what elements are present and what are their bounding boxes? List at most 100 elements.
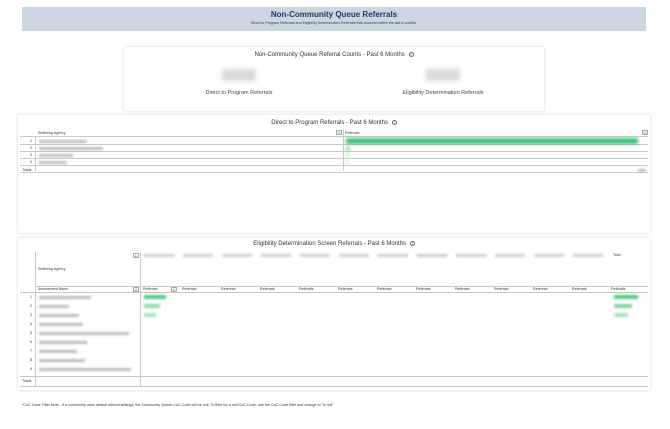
eligibility-table-card: Eligibility Determination Screen Referra… bbox=[18, 238, 650, 390]
ed-col-referrals[interactable]: Referrals bbox=[221, 287, 236, 291]
row-number: 5 bbox=[30, 331, 32, 335]
heat-cell[interactable] bbox=[144, 313, 156, 317]
heat-cell[interactable] bbox=[614, 304, 632, 308]
divider bbox=[20, 386, 648, 387]
row-number: 7 bbox=[30, 349, 32, 353]
ed-col-assessment[interactable]: Assessment Name bbox=[38, 287, 68, 291]
direct-program-count: Direct to Program Referrals bbox=[164, 69, 314, 96]
referral-counts-card: Non-Community Queue Referral Counts - Pa… bbox=[124, 47, 544, 111]
dp-totals-value bbox=[638, 169, 646, 172]
row-number: 2 bbox=[30, 304, 32, 308]
ed-table-title: Eligibility Determination Screen Referra… bbox=[18, 241, 650, 247]
table-cell bbox=[39, 350, 77, 353]
eligibility-count-value bbox=[426, 69, 460, 81]
table-cell bbox=[39, 332, 129, 335]
ed-col-referrals[interactable]: Referrals bbox=[143, 287, 158, 291]
divider bbox=[35, 252, 36, 386]
ed-totals-label: Totals bbox=[22, 379, 32, 383]
ed-col-referrals[interactable]: Referrals bbox=[377, 287, 392, 291]
eligibility-count: Eligibility Determination Referrals bbox=[368, 69, 518, 96]
row-number: 2 bbox=[30, 146, 32, 150]
ed-col-referrals[interactable]: Referrals bbox=[416, 287, 431, 291]
row-number: 4 bbox=[30, 322, 32, 326]
dp-col-referrals[interactable]: Referrals bbox=[345, 131, 360, 135]
ed-col-agency[interactable]: Referring Agency bbox=[38, 267, 66, 271]
referral-bar[interactable] bbox=[346, 138, 638, 144]
coc-code-footnote: *CoC Code Filter Note - If a community u… bbox=[22, 403, 334, 407]
sort-icon[interactable]: ▾ bbox=[336, 130, 342, 135]
agency-header bbox=[456, 254, 486, 257]
referral-bar[interactable] bbox=[346, 160, 348, 166]
table-cell bbox=[39, 314, 79, 317]
ed-col-referrals[interactable]: Referrals bbox=[260, 287, 275, 291]
page-header: Non-Community Queue Referrals Direct to … bbox=[22, 7, 646, 31]
ed-col-referrals[interactable]: Referrals bbox=[494, 287, 509, 291]
table-cell bbox=[39, 161, 67, 164]
counts-card-title-text: Non-Community Queue Referral Counts - Pa… bbox=[254, 52, 405, 59]
info-icon[interactable]: i bbox=[408, 52, 414, 57]
sort-icon[interactable]: ▸ bbox=[133, 253, 139, 258]
sort-icon[interactable]: ▾ bbox=[642, 130, 648, 135]
row-number: 1 bbox=[30, 295, 32, 299]
agency-header bbox=[222, 254, 252, 257]
table-cell bbox=[39, 341, 87, 344]
divider bbox=[20, 136, 648, 137]
direct-program-count-label: Direct to Program Referrals bbox=[205, 90, 273, 96]
table-cell bbox=[39, 296, 91, 299]
ed-col-referrals[interactable]: Referrals bbox=[182, 287, 197, 291]
agency-header bbox=[183, 254, 213, 257]
ed-col-referrals[interactable]: Referrals bbox=[611, 287, 626, 291]
row-number: 4 bbox=[30, 160, 32, 164]
table-cell bbox=[39, 359, 85, 362]
page-subtitle: Direct to Program Referrals and Eligibil… bbox=[250, 21, 418, 25]
page-title: Non-Community Queue Referrals bbox=[270, 10, 398, 19]
heat-cell[interactable] bbox=[614, 295, 638, 299]
heat-cell[interactable] bbox=[614, 313, 628, 317]
ed-table-title-text: Eligibility Determination Screen Referra… bbox=[253, 241, 407, 248]
row-number: 1 bbox=[30, 139, 32, 143]
table-cell bbox=[39, 305, 69, 308]
info-icon[interactable]: i bbox=[409, 241, 415, 246]
ed-col-referrals[interactable]: Referrals bbox=[533, 287, 548, 291]
direct-program-table-card: Direct to Program Referrals - Past 6 Mon… bbox=[18, 115, 650, 233]
table-cell bbox=[39, 147, 103, 150]
ed-col-referrals[interactable]: Referrals bbox=[455, 287, 470, 291]
agency-header bbox=[144, 254, 174, 257]
dp-col-agency[interactable]: Referring Agency bbox=[38, 131, 66, 135]
dp-table-title-text: Direct to Program Referrals - Past 6 Mon… bbox=[271, 120, 389, 127]
table-cell bbox=[39, 323, 83, 326]
direct-program-count-value bbox=[222, 69, 256, 81]
agency-header bbox=[300, 254, 330, 257]
row-number: 3 bbox=[30, 153, 32, 157]
ed-col-referrals[interactable]: Referrals bbox=[572, 287, 587, 291]
row-divider bbox=[20, 158, 648, 159]
ed-col-total[interactable]: Total bbox=[613, 253, 621, 257]
ed-col-referrals[interactable]: Referrals bbox=[299, 287, 314, 291]
divider bbox=[35, 136, 36, 171]
table-cell bbox=[39, 154, 73, 157]
counts-card-title: Non-Community Queue Referral Counts - Pa… bbox=[124, 52, 544, 58]
row-divider bbox=[20, 151, 648, 152]
agency-header bbox=[573, 254, 603, 257]
referral-bar[interactable] bbox=[346, 146, 350, 152]
heat-cell[interactable] bbox=[144, 295, 166, 299]
divider bbox=[140, 252, 141, 386]
row-number: 9 bbox=[30, 367, 32, 371]
row-divider bbox=[20, 144, 648, 145]
info-icon[interactable]: i bbox=[391, 120, 397, 125]
agency-header bbox=[339, 254, 369, 257]
agency-header bbox=[417, 254, 447, 257]
heat-cell[interactable] bbox=[144, 304, 160, 308]
table-cell bbox=[39, 140, 87, 143]
row-number: 3 bbox=[30, 313, 32, 317]
dp-totals-label: Totals bbox=[22, 168, 32, 172]
agency-header bbox=[534, 254, 564, 257]
row-divider bbox=[20, 165, 648, 166]
referral-bar[interactable] bbox=[346, 153, 349, 159]
agency-header bbox=[378, 254, 408, 257]
row-number: 8 bbox=[30, 358, 32, 362]
eligibility-count-label: Eligibility Determination Referrals bbox=[402, 90, 484, 96]
ed-col-referrals[interactable]: Referrals bbox=[338, 287, 353, 291]
table-cell bbox=[39, 368, 131, 371]
totals-divider bbox=[20, 376, 648, 377]
